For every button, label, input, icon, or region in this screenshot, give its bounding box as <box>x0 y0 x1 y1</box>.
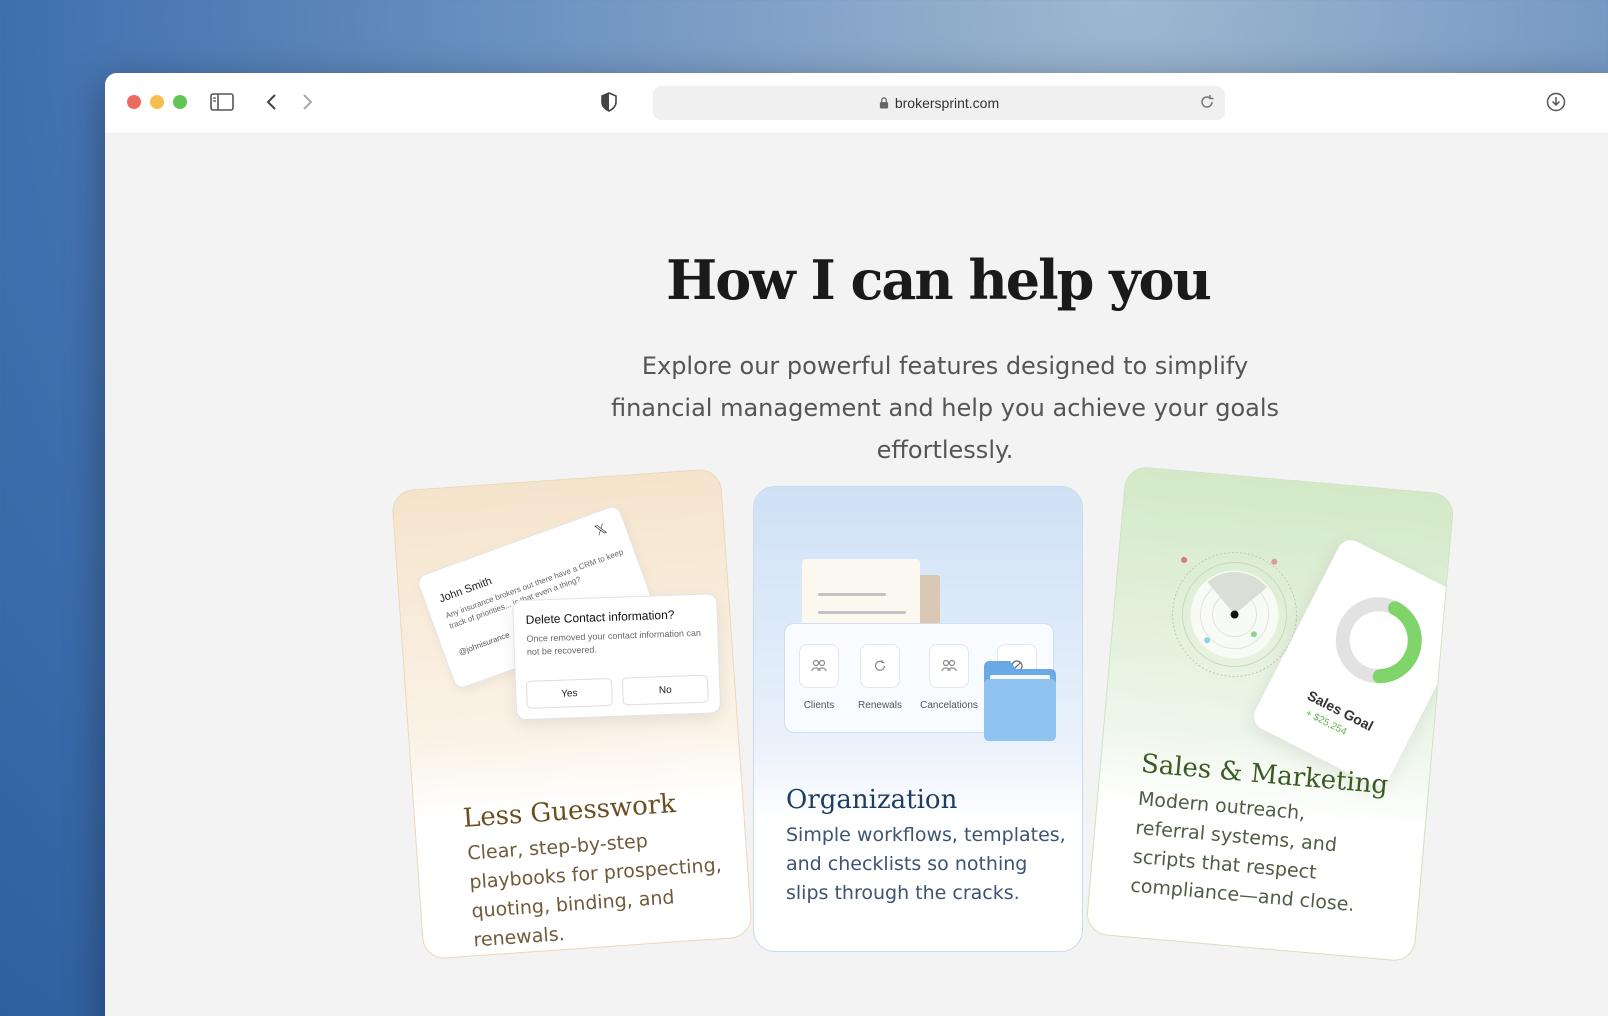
minimize-window-button[interactable] <box>150 95 164 109</box>
dialog-title: Delete Contact information? <box>525 607 675 627</box>
back-arrow-icon[interactable] <box>258 89 284 115</box>
feature-card-less-guesswork[interactable]: 𝕏 John Smith Any insurance brokers out t… <box>391 468 753 960</box>
dialog-text: Once removed your contact information ca… <box>526 627 702 657</box>
address-bar[interactable]: brokersprint.com <box>653 86 1225 120</box>
card-description: Modern outreach, referral systems, and s… <box>1129 787 1356 917</box>
delete-dialog-illustration: Delete Contact information? Once removed… <box>512 593 722 721</box>
reload-icon[interactable] <box>1199 94 1215 110</box>
browser-window: brokersprint.com How I can help you Expl… <box>105 73 1608 1016</box>
renewals-icon <box>860 644 900 688</box>
feature-card-sales-marketing[interactable]: Sales Goal + $25,254 Sales & Marketing M… <box>1085 465 1455 963</box>
lock-icon <box>879 97 889 109</box>
cancelations-icon <box>929 644 969 688</box>
close-window-button[interactable] <box>127 95 141 109</box>
forward-arrow-icon[interactable] <box>295 89 321 115</box>
sidebar-toggle-icon[interactable] <box>209 89 235 115</box>
shield-icon[interactable] <box>596 89 622 115</box>
dialog-yes-button: Yes <box>525 677 613 709</box>
card-title: Organization <box>786 785 958 815</box>
clients-icon <box>799 644 839 688</box>
feature-card-organization[interactable]: Clients Renewals Cancelations Organizati… <box>753 486 1083 952</box>
blue-folder-icon <box>984 661 1056 741</box>
tile-label-cancelations: Cancelations <box>920 700 978 711</box>
browser-toolbar: brokersprint.com <box>105 73 1608 134</box>
card-description: Simple workflows, templates, and checkli… <box>786 824 1066 904</box>
card-description: Clear, step-by-step playbooks for prospe… <box>466 830 723 952</box>
tile-label-clients: Clients <box>803 700 835 711</box>
x-logo-icon: 𝕏 <box>593 520 610 540</box>
zoom-window-button[interactable] <box>173 95 187 109</box>
section-subtitle: Explore our powerful features designed t… <box>610 352 1280 464</box>
url-text: brokersprint.com <box>894 95 1000 111</box>
tweet-handle: @johnisurance <box>457 630 511 657</box>
dialog-no-button: No <box>621 674 709 706</box>
section-title: How I can help you <box>666 248 1212 312</box>
tile-label-renewals: Renewals <box>858 700 902 711</box>
download-icon[interactable] <box>1543 89 1569 115</box>
sales-goal-donut-icon <box>1335 597 1422 684</box>
